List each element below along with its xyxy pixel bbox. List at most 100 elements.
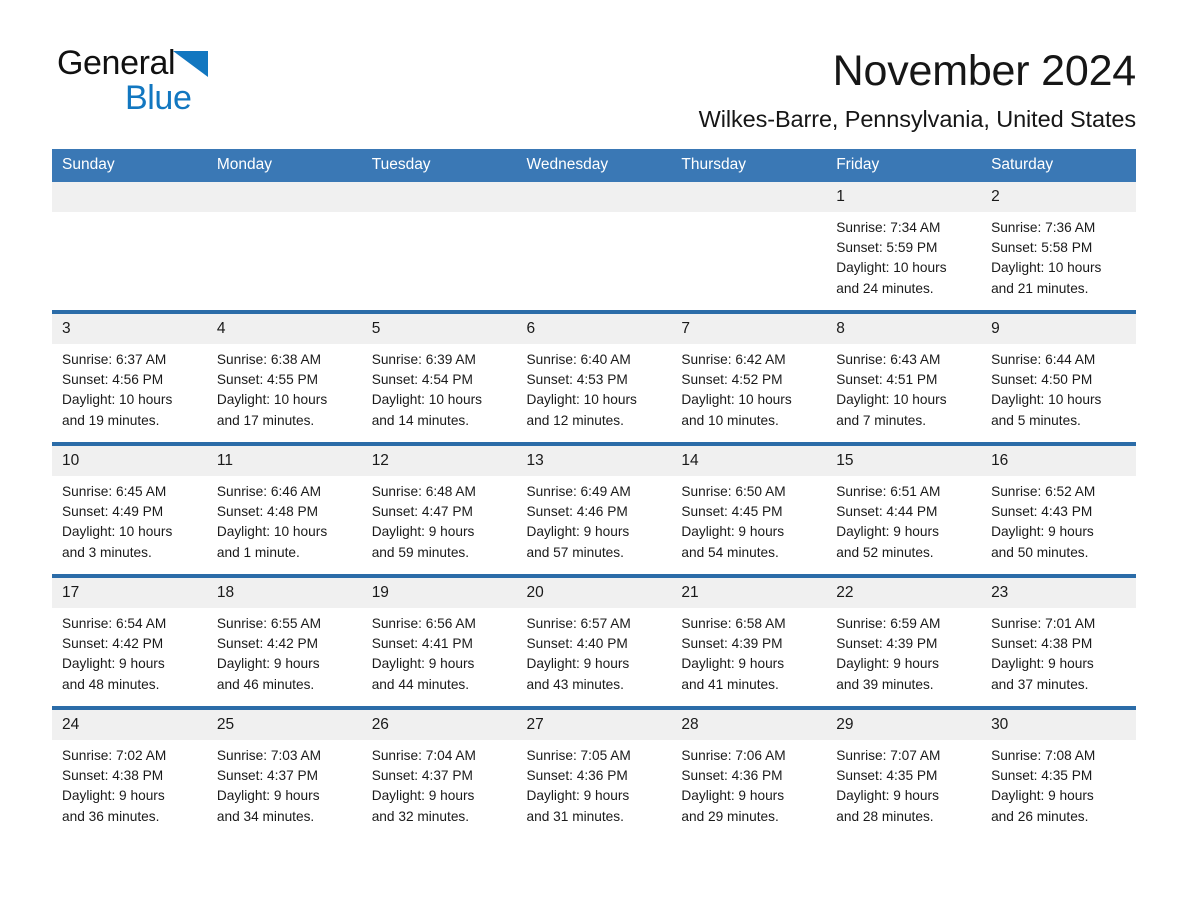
daylight-text-line1: Daylight: 10 hours [216, 392, 328, 408]
day-details: Sunrise: 6:59 AM Sunset: 4:39 PM Daylight:… [826, 608, 981, 706]
logo-bottom-row: Blue [57, 81, 217, 115]
day-details: Sunrise: 7:04 AM Sunset: 4:37 PM Daylight:… [362, 740, 517, 838]
daylight-text-line2: and 29 minutes. [681, 808, 779, 824]
calendar-day-cell[interactable]: 18 Sunrise: 6:55 AM Sunset: 4:42 PM Dayligh… [206, 578, 362, 706]
calendar-day-cell[interactable]: 29 Sunrise: 7:07 AM Sunset: 4:35 PM Dayligh… [826, 710, 982, 838]
daylight-text-line2: and 3 minutes. [62, 544, 152, 560]
weekday-header-friday: Friday [826, 149, 982, 182]
daylight-text-line2: and 14 minutes. [371, 412, 470, 428]
day-number: 3 [52, 314, 207, 344]
day-details [671, 212, 826, 310]
calendar-day-cell[interactable]: 13 Sunrise: 6:49 AM Sunset: 4:46 PM Dayligh… [516, 446, 672, 574]
calendar-week-row: 1 Sunrise: 7:34 AM Sunset: 5:59 PM Daylight… [52, 182, 1136, 310]
sunset-text: Sunset: 4:37 PM [371, 768, 473, 784]
day-number: 18 [206, 578, 362, 608]
day-details: Sunrise: 6:50 AM Sunset: 4:45 PM Daylight:… [671, 476, 826, 574]
sunset-text: Sunset: 4:42 PM [62, 636, 164, 652]
calendar-day-cell[interactable]: 7 Sunrise: 6:42 AM Sunset: 4:52 PM Daylight… [671, 314, 827, 442]
calendar-day-cell[interactable]: 8 Sunrise: 6:43 AM Sunset: 4:51 PM Daylight… [826, 314, 982, 442]
weekday-header-monday: Monday [206, 149, 362, 182]
calendar-day-cell[interactable]: 3 Sunrise: 6:37 AM Sunset: 4:56 PM Daylight… [52, 314, 207, 442]
calendar-day-cell[interactable]: 1 Sunrise: 7:34 AM Sunset: 5:59 PM Daylight… [826, 182, 982, 310]
daylight-text-line2: and 10 minutes. [681, 412, 779, 428]
day-details: Sunrise: 6:54 AM Sunset: 4:42 PM Daylight:… [52, 608, 207, 706]
day-number [206, 182, 362, 212]
daylight-text-line2: and 21 minutes. [991, 280, 1089, 296]
day-number: 4 [206, 314, 362, 344]
day-number: 21 [671, 578, 827, 608]
calendar-day-cell[interactable]: 15 Sunrise: 6:51 AM Sunset: 4:44 PM Dayligh… [826, 446, 982, 574]
sunset-text: Sunset: 4:56 PM [62, 372, 164, 388]
calendar-day-cell[interactable]: 4 Sunrise: 6:38 AM Sunset: 4:55 PM Daylight… [206, 314, 362, 442]
calendar-day-cell[interactable]: 22 Sunrise: 6:59 AM Sunset: 4:39 PM Dayligh… [826, 578, 982, 706]
sunrise-text: Sunrise: 6:58 AM [681, 616, 786, 631]
daylight-text-line2: and 44 minutes. [371, 676, 470, 692]
calendar-day-cell[interactable]: 11 Sunrise: 6:46 AM Sunset: 4:48 PM Dayligh… [206, 446, 362, 574]
daylight-text-line2: and 26 minutes. [991, 808, 1089, 824]
sunrise-text: Sunrise: 6:50 AM [681, 484, 786, 499]
calendar-day-cell[interactable]: 6 Sunrise: 6:40 AM Sunset: 4:53 PM Daylight… [516, 314, 672, 442]
calendar-day-cell[interactable]: 27 Sunrise: 7:05 AM Sunset: 4:36 PM Dayligh… [516, 710, 672, 838]
sunrise-text: Sunrise: 6:51 AM [836, 484, 941, 499]
sunrise-text: Sunrise: 6:43 AM [836, 352, 941, 367]
day-number: 23 [981, 578, 1136, 608]
day-number [516, 182, 672, 212]
general-blue-logo[interactable]: General Blue [57, 44, 217, 115]
sunset-text: Sunset: 4:42 PM [216, 636, 319, 652]
daylight-text-line1: Daylight: 9 hours [991, 656, 1094, 672]
calendar-day-cell[interactable]: 24 Sunrise: 7:02 AM Sunset: 4:38 PM Dayligh… [52, 710, 207, 838]
day-details: Sunrise: 6:37 AM Sunset: 4:56 PM Daylight:… [52, 344, 207, 442]
sunrise-text: Sunrise: 7:36 AM [991, 220, 1096, 235]
daylight-text-line1: Daylight: 9 hours [62, 788, 165, 804]
daylight-text-line2: and 39 minutes. [836, 676, 934, 692]
daylight-text-line2: and 7 minutes. [836, 412, 927, 428]
calendar-day-cell[interactable]: 25 Sunrise: 7:03 AM Sunset: 4:37 PM Dayligh… [206, 710, 362, 838]
sunset-text: Sunset: 4:38 PM [991, 636, 1093, 652]
daylight-text-line2: and 43 minutes. [526, 676, 624, 692]
sunset-text: Sunset: 5:58 PM [991, 240, 1093, 256]
sunrise-text: Sunrise: 7:03 AM [216, 748, 322, 763]
sunset-text: Sunset: 5:59 PM [836, 240, 938, 256]
calendar-day-cell[interactable]: 21 Sunrise: 6:58 AM Sunset: 4:39 PM Dayligh… [671, 578, 827, 706]
calendar-day-cell[interactable]: 2 Sunrise: 7:36 AM Sunset: 5:58 PM Daylight… [981, 182, 1136, 310]
day-details: Sunrise: 6:56 AM Sunset: 4:41 PM Daylight:… [362, 608, 517, 706]
daylight-text-line1: Daylight: 9 hours [526, 656, 630, 672]
title-block: November 2024 Wilkes-Barre, Pennsylvania… [699, 44, 1137, 133]
calendar-day-cell[interactable]: 17 Sunrise: 6:54 AM Sunset: 4:42 PM Dayligh… [52, 578, 207, 706]
sunset-text: Sunset: 4:36 PM [681, 768, 783, 784]
sunrise-text: Sunrise: 7:02 AM [62, 748, 167, 763]
weekday-header-thursday: Thursday [671, 149, 827, 182]
calendar-day-cell[interactable]: 28 Sunrise: 7:06 AM Sunset: 4:36 PM Dayligh… [671, 710, 827, 838]
day-number: 10 [52, 446, 207, 476]
day-details: Sunrise: 6:43 AM Sunset: 4:51 PM Daylight:… [826, 344, 981, 442]
calendar-day-cell[interactable]: 30 Sunrise: 7:08 AM Sunset: 4:35 PM Dayligh… [981, 710, 1136, 838]
calendar-day-cell[interactable]: 12 Sunrise: 6:48 AM Sunset: 4:47 PM Dayligh… [361, 446, 517, 574]
daylight-text-line2: and 57 minutes. [526, 544, 624, 560]
daylight-text-line1: Daylight: 9 hours [216, 788, 320, 804]
daylight-text-line2: and 34 minutes. [216, 808, 315, 824]
sunset-text: Sunset: 4:39 PM [836, 636, 938, 652]
sunset-text: Sunset: 4:41 PM [371, 636, 473, 652]
sunrise-text: Sunrise: 7:06 AM [681, 748, 786, 763]
sunset-text: Sunset: 4:37 PM [216, 768, 319, 784]
daylight-text-line1: Daylight: 9 hours [836, 656, 939, 672]
calendar-day-cell-empty [52, 182, 207, 310]
day-details: Sunrise: 6:51 AM Sunset: 4:44 PM Daylight:… [826, 476, 981, 574]
sunrise-text: Sunrise: 7:04 AM [371, 748, 476, 763]
calendar-day-cell[interactable]: 9 Sunrise: 6:44 AM Sunset: 4:50 PM Daylight… [981, 314, 1136, 442]
calendar-day-cell[interactable]: 10 Sunrise: 6:45 AM Sunset: 4:49 PM Dayligh… [52, 446, 207, 574]
calendar-day-cell[interactable]: 20 Sunrise: 6:57 AM Sunset: 4:40 PM Dayligh… [516, 578, 672, 706]
daylight-text-line2: and 50 minutes. [991, 544, 1089, 560]
calendar-day-cell[interactable]: 14 Sunrise: 6:50 AM Sunset: 4:45 PM Dayligh… [671, 446, 827, 574]
calendar-day-cell[interactable]: 23 Sunrise: 7:01 AM Sunset: 4:38 PM Dayligh… [981, 578, 1136, 706]
daylight-text-line1: Daylight: 9 hours [371, 656, 475, 672]
calendar-day-cell[interactable]: 5 Sunrise: 6:39 AM Sunset: 4:54 PM Daylight… [361, 314, 517, 442]
calendar-day-cell[interactable]: 26 Sunrise: 7:04 AM Sunset: 4:37 PM Dayligh… [361, 710, 517, 838]
weekday-header-saturday: Saturday [981, 149, 1136, 182]
logo-top-row: General [57, 44, 217, 80]
day-number: 1 [826, 182, 982, 212]
sunset-text: Sunset: 4:50 PM [991, 372, 1093, 388]
calendar-day-cell[interactable]: 19 Sunrise: 6:56 AM Sunset: 4:41 PM Dayligh… [361, 578, 517, 706]
sunrise-text: Sunrise: 6:37 AM [62, 352, 167, 367]
calendar-day-cell[interactable]: 16 Sunrise: 6:52 AM Sunset: 4:43 PM Dayligh… [981, 446, 1136, 574]
